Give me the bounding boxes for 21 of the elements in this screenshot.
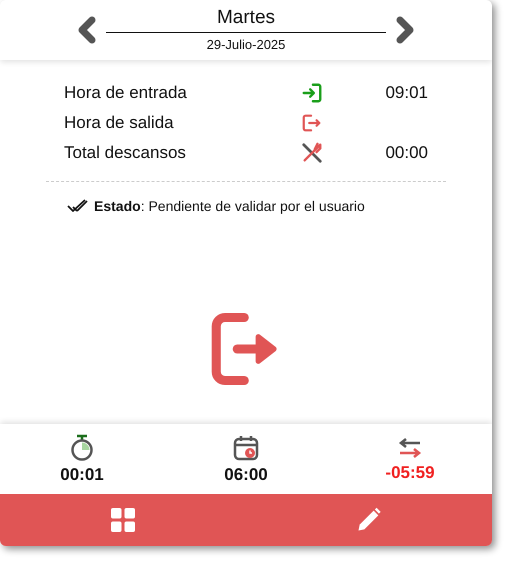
stopwatch-icon [69,434,95,462]
checkmark-icon [66,198,88,214]
grid-icon[interactable] [110,507,136,533]
row-label: Total descansos [64,143,187,163]
sign-out-icon [301,112,323,134]
swap-arrows-icon [396,436,424,460]
row-label: Hora de entrada [64,83,188,103]
calendar-clock-icon [232,434,260,462]
day-title: Martes [106,6,386,33]
previous-button[interactable] [76,15,98,45]
time-value: 09:01 [384,83,429,103]
stat-value: 00:01 [60,464,104,484]
status-text: Estado: Pendiente de validar por el usuario [94,198,365,214]
time-value: 00:00 [384,143,429,163]
sign-in-icon [301,82,323,104]
stat-value: -05:59 [385,462,435,482]
fork-knife-icon [301,142,323,164]
next-button[interactable] [394,15,416,45]
stat-value: 06:00 [224,464,268,484]
date-label: 29-Julio-2025 [206,36,286,54]
row-label: Hora de salida [64,113,175,133]
